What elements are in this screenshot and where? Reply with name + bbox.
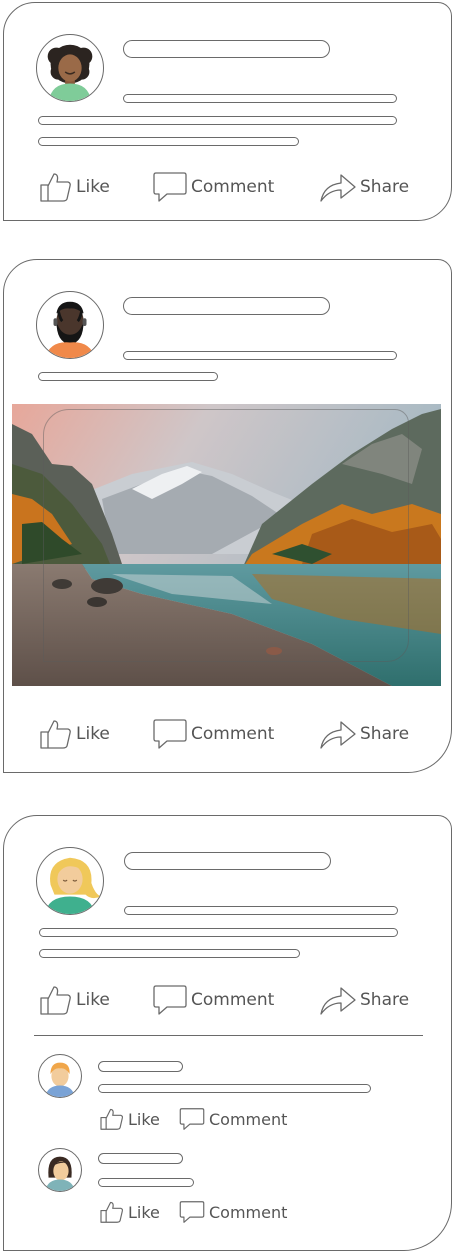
thumbs-up-icon <box>100 1201 124 1223</box>
post-3-like-button[interactable]: Like <box>40 985 110 1015</box>
like-label: Like <box>128 1109 160 1129</box>
comment-2-name-placeholder <box>98 1153 183 1164</box>
person-curly-hair-icon <box>47 44 93 101</box>
post-2-comment-button[interactable]: Comment <box>153 719 274 749</box>
post-3-text-line-1 <box>39 928 398 937</box>
like-label: Like <box>76 724 110 744</box>
speech-bubble-icon <box>179 1201 205 1223</box>
comment-2-avatar[interactable] <box>38 1148 82 1192</box>
post-1-title-placeholder <box>123 40 330 58</box>
person-short-hair-icon <box>45 1062 75 1097</box>
share-label: Share <box>360 990 410 1010</box>
post-1-avatar[interactable] <box>36 34 104 102</box>
post-3-avatar[interactable] <box>36 847 104 915</box>
post-2-title-placeholder <box>123 297 330 315</box>
post-3-title-placeholder <box>124 852 331 870</box>
post-1-subtitle-placeholder <box>123 94 397 103</box>
comment-1-name-placeholder <box>98 1061 183 1072</box>
comment-label: Comment <box>191 724 275 744</box>
thumbs-up-icon <box>40 172 72 202</box>
person-dark-hair-icon <box>45 1156 75 1191</box>
post-2-text-line-1 <box>38 372 218 381</box>
post-1-comment-button[interactable]: Comment <box>153 172 274 202</box>
share-label: Share <box>360 724 410 744</box>
comment-label: Comment <box>209 1202 288 1222</box>
post-1-like-button[interactable]: Like <box>40 172 110 202</box>
comments-divider <box>34 1035 423 1036</box>
like-label: Like <box>128 1202 160 1222</box>
comment-2-comment-button[interactable]: Comment <box>179 1201 287 1223</box>
post-3-comment-button[interactable]: Comment <box>153 985 274 1015</box>
post-2-landscape-photo[interactable] <box>12 404 441 686</box>
speech-bubble-icon <box>153 719 187 749</box>
comment-label: Comment <box>191 177 275 197</box>
like-label: Like <box>76 177 110 197</box>
comment-1-like-button[interactable]: Like <box>100 1108 160 1130</box>
post-1-share-button[interactable]: Share <box>320 172 409 202</box>
speech-bubble-icon <box>153 172 187 202</box>
comment-label: Comment <box>209 1109 288 1129</box>
post-3-subtitle-placeholder <box>124 906 398 915</box>
speech-bubble-icon <box>179 1108 205 1130</box>
person-bearded-icon <box>45 301 95 358</box>
post-3-text-line-2 <box>39 949 300 958</box>
share-arrow-icon <box>320 172 356 202</box>
post-3-share-button[interactable]: Share <box>320 985 409 1015</box>
like-label: Like <box>76 990 110 1010</box>
share-arrow-icon <box>320 985 356 1015</box>
thumbs-up-icon <box>40 985 72 1015</box>
speech-bubble-icon <box>153 985 187 1015</box>
comment-1-avatar[interactable] <box>38 1054 82 1098</box>
comment-1-comment-button[interactable]: Comment <box>179 1108 287 1130</box>
comment-1-text-placeholder <box>98 1084 371 1093</box>
share-arrow-icon <box>320 719 356 749</box>
person-blonde-hair-icon <box>45 857 102 914</box>
post-2-subtitle-placeholder <box>123 351 397 360</box>
comment-2-like-button[interactable]: Like <box>100 1201 160 1223</box>
thumbs-up-icon <box>40 719 72 749</box>
post-1-text-line-2 <box>38 137 299 146</box>
thumbs-up-icon <box>100 1108 124 1130</box>
share-label: Share <box>360 177 410 197</box>
comment-label: Comment <box>191 990 275 1010</box>
post-2-like-button[interactable]: Like <box>40 719 110 749</box>
post-2-share-button[interactable]: Share <box>320 719 409 749</box>
comment-2-text-placeholder <box>98 1178 194 1187</box>
post-2-avatar[interactable] <box>36 291 104 359</box>
post-1-text-line-1 <box>38 116 397 125</box>
